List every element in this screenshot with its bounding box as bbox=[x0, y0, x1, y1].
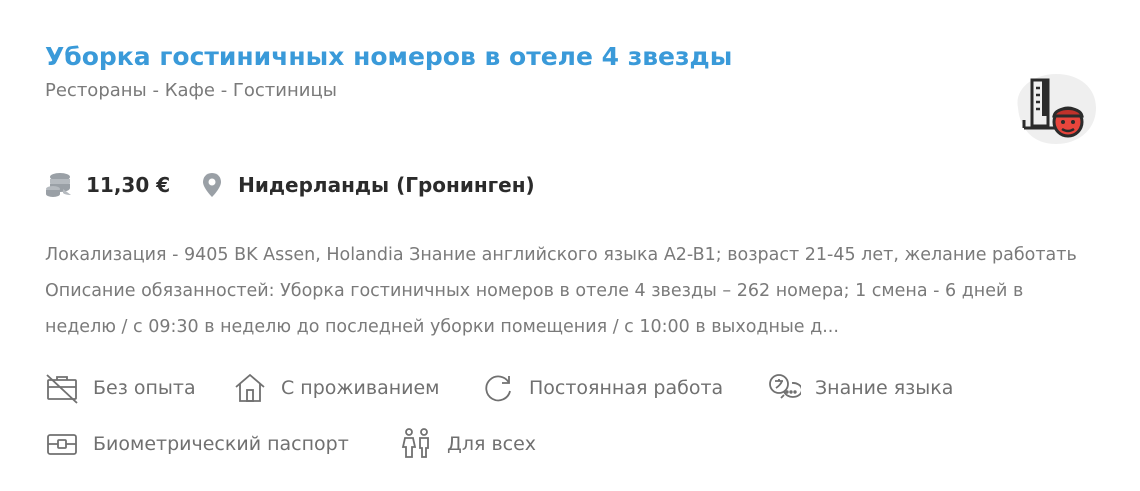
feature-permanent-job: Постоянная работа bbox=[481, 370, 723, 406]
salary-value: 11,30 € bbox=[86, 173, 171, 197]
refresh-icon bbox=[485, 375, 511, 402]
job-title[interactable]: Уборка гостиничных номеров в отеле 4 зве… bbox=[45, 42, 732, 71]
people-icon bbox=[401, 428, 429, 458]
location-value: Нидерланды (Гронинген) bbox=[238, 173, 535, 197]
feature-label: Для всех bbox=[447, 433, 537, 455]
feature-label: Биометрический паспорт bbox=[93, 433, 349, 455]
feature-biometric-passport: Биометрический паспорт bbox=[45, 426, 349, 462]
feature-for-all: Для всех bbox=[399, 426, 536, 462]
language-icon bbox=[769, 374, 801, 399]
salary-location-row: 11,30 € Нидерланды (Гронинген) bbox=[45, 170, 535, 200]
feature-label: Постоянная работа bbox=[529, 377, 724, 399]
no-experience-icon bbox=[46, 374, 78, 404]
job-description: Локализация - 9405 BK Assen, Holandia Зн… bbox=[45, 245, 1077, 337]
feature-accommodation: С проживанием bbox=[233, 370, 440, 406]
job-card[interactable]: Уборка гостиничных номеров в отеле 4 зве… bbox=[0, 0, 1140, 491]
feature-language: Знание языка bbox=[767, 370, 953, 406]
location-pin-icon bbox=[203, 173, 222, 197]
hotel-worker-icon bbox=[1017, 74, 1096, 144]
feature-label: Без опыта bbox=[93, 377, 196, 399]
coins-icon bbox=[46, 173, 71, 197]
passport-icon bbox=[47, 434, 77, 455]
job-category: Рестораны - Кафе - Гостиницы bbox=[45, 80, 337, 101]
feature-label: С проживанием bbox=[281, 377, 440, 399]
house-icon bbox=[235, 373, 265, 402]
feature-no-experience: Без опыта bbox=[45, 370, 196, 406]
feature-label: Знание языка bbox=[815, 377, 954, 399]
